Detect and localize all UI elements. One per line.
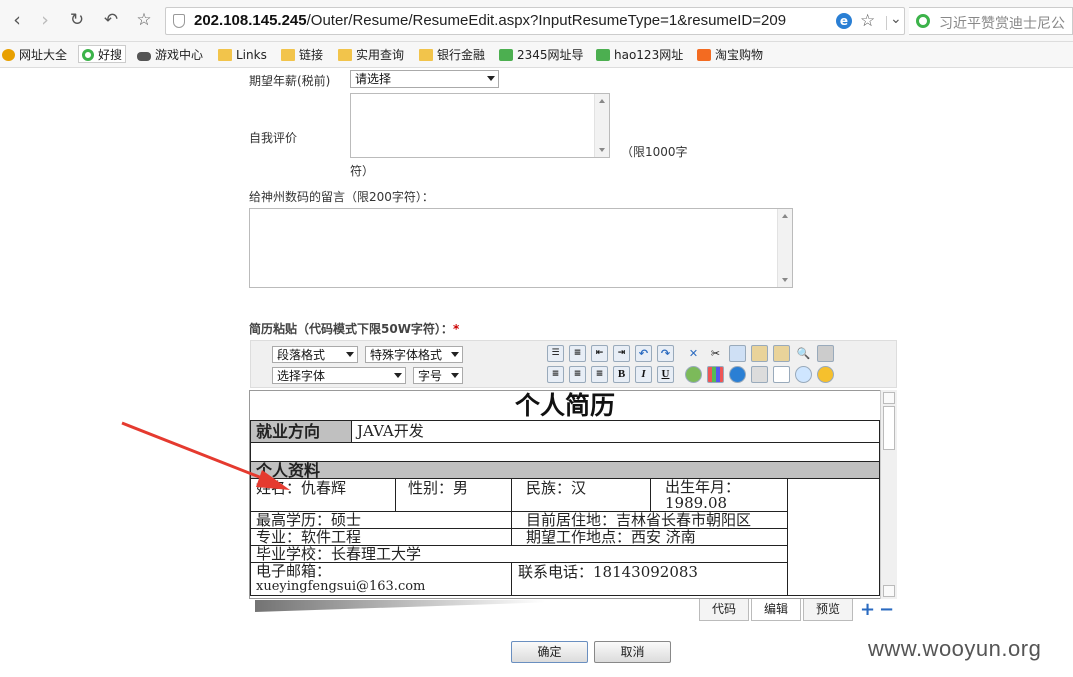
arrow-head [256, 470, 290, 490]
arrow-shaft [121, 421, 273, 484]
red-arrow-annotation [121, 421, 290, 490]
watermark: www.wooyun.org [868, 636, 1042, 661]
